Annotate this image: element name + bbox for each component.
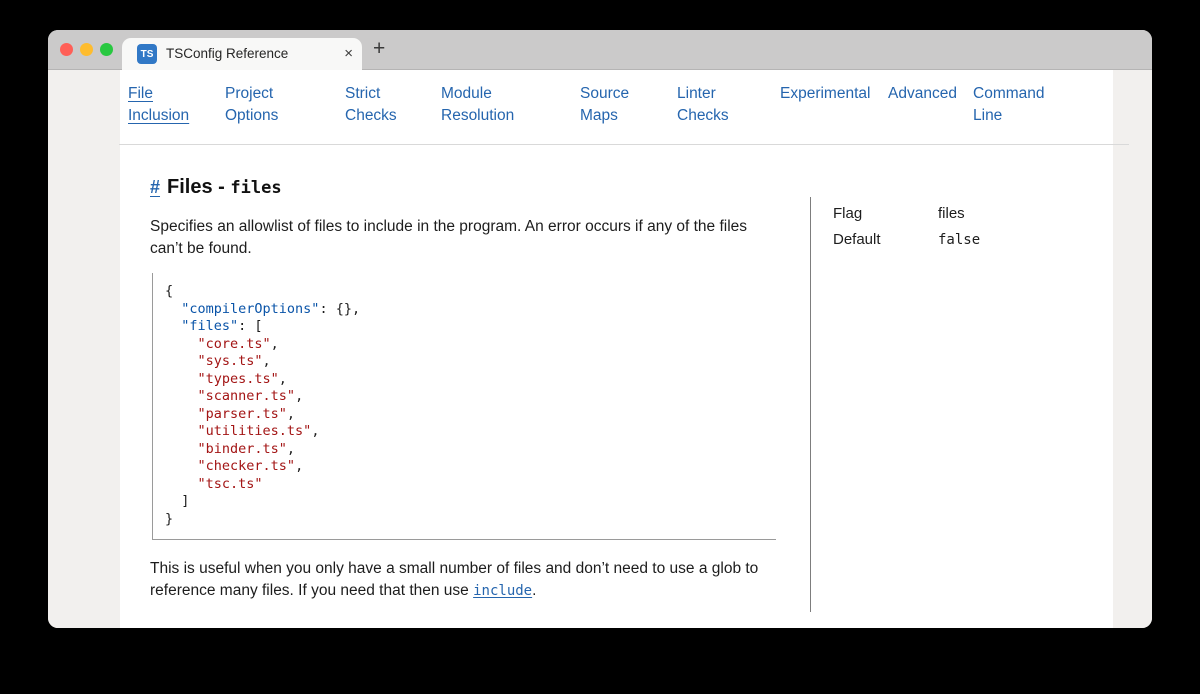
- nav-link-line: Source: [580, 83, 677, 105]
- heading-code: files: [230, 178, 281, 198]
- page-background: FileInclusionProjectOptionsStrictChecksM…: [48, 70, 1152, 628]
- sidebar-row-label: Default: [833, 231, 938, 248]
- sidebar-row-default: Defaultfalse: [833, 231, 1083, 248]
- code-line: "tsc.ts": [165, 476, 776, 494]
- code-line: "scanner.ts",: [165, 388, 776, 406]
- nav-link-line: Advanced: [888, 83, 973, 105]
- code-line: "files": [: [165, 318, 776, 336]
- nav-link-line: Linter: [677, 83, 780, 105]
- heading-anchor-link[interactable]: #: [150, 177, 160, 197]
- nav-link-project-options[interactable]: ProjectOptions: [225, 83, 345, 127]
- zoom-window-button[interactable]: [100, 43, 113, 56]
- nav-divider: [119, 144, 1129, 145]
- outro-text-after: .: [532, 582, 536, 599]
- nav-link-module-resolution[interactable]: ModuleResolution: [441, 83, 580, 127]
- code-line: "checker.ts",: [165, 458, 776, 476]
- outro-text-before: This is useful when you only have a smal…: [150, 560, 758, 599]
- code-line: {: [165, 283, 776, 301]
- nav-link-source-maps[interactable]: SourceMaps: [580, 83, 677, 127]
- code-line: "binder.ts",: [165, 441, 776, 459]
- typescript-favicon-icon: TS: [137, 44, 157, 64]
- option-meta-sidebar: FlagfilesDefaultfalse: [833, 205, 1083, 257]
- nav-link-line: Line: [973, 105, 1045, 127]
- browser-tab[interactable]: TS TSConfig Reference ×: [122, 38, 362, 70]
- code-line: ]: [165, 493, 776, 511]
- code-line: "parser.ts",: [165, 406, 776, 424]
- nav-link-line: Options: [225, 105, 345, 127]
- nav-link-line: File: [128, 83, 225, 105]
- nav-link-line: Strict: [345, 83, 441, 105]
- sidebar-divider: [810, 197, 811, 612]
- nav-link-advanced[interactable]: Advanced: [888, 83, 973, 105]
- nav-link-file-inclusion[interactable]: FileInclusion: [128, 83, 225, 127]
- nav-link-strict-checks[interactable]: StrictChecks: [345, 83, 441, 127]
- nav-link-line: Project: [225, 83, 345, 105]
- sidebar-row-value: files: [938, 205, 965, 222]
- nav-link-line: Checks: [345, 105, 441, 127]
- code-line: "core.ts",: [165, 336, 776, 354]
- outro-paragraph: This is useful when you only have a smal…: [150, 558, 782, 602]
- code-line: "types.ts",: [165, 371, 776, 389]
- nav-link-linter-checks[interactable]: LinterChecks: [677, 83, 780, 127]
- nav-link-line: Checks: [677, 105, 780, 127]
- nav-link-line: Command: [973, 83, 1045, 105]
- sidebar-row-value: false: [938, 232, 980, 248]
- json-code-block: { "compilerOptions": {}, "files": [ "cor…: [152, 273, 776, 540]
- sidebar-row-flag: Flagfiles: [833, 205, 1083, 222]
- top-nav: FileInclusionProjectOptionsStrictChecksM…: [128, 83, 1045, 127]
- include-link[interactable]: include: [473, 583, 532, 599]
- minimize-window-button[interactable]: [80, 43, 93, 56]
- new-tab-icon[interactable]: +: [373, 37, 385, 61]
- code-line: "utilities.ts",: [165, 423, 776, 441]
- browser-window: TS TSConfig Reference × + FileInclusionP…: [48, 30, 1152, 628]
- section-heading: # Files - files: [150, 174, 790, 201]
- browser-tab-bar: TS TSConfig Reference × +: [48, 30, 1152, 70]
- nav-link-line: Maps: [580, 105, 677, 127]
- code-line: "compilerOptions": {},: [165, 301, 776, 319]
- heading-title: Files -: [167, 176, 230, 198]
- nav-link-experimental[interactable]: Experimental: [780, 83, 888, 105]
- tab-title: TSConfig Reference: [166, 46, 288, 61]
- tab-close-icon[interactable]: ×: [344, 45, 353, 62]
- nav-link-line: Experimental: [780, 83, 888, 105]
- close-window-button[interactable]: [60, 43, 73, 56]
- article: # Files - files Specifies an allowlist of…: [150, 174, 790, 602]
- nav-link-line: Module: [441, 83, 580, 105]
- intro-paragraph: Specifies an allowlist of files to inclu…: [150, 216, 782, 259]
- nav-link-line: Inclusion: [128, 105, 225, 127]
- nav-link-command-line[interactable]: CommandLine: [973, 83, 1045, 127]
- nav-link-line: Resolution: [441, 105, 580, 127]
- code-line: "sys.ts",: [165, 353, 776, 371]
- code-line: }: [165, 511, 776, 529]
- sidebar-row-label: Flag: [833, 205, 938, 222]
